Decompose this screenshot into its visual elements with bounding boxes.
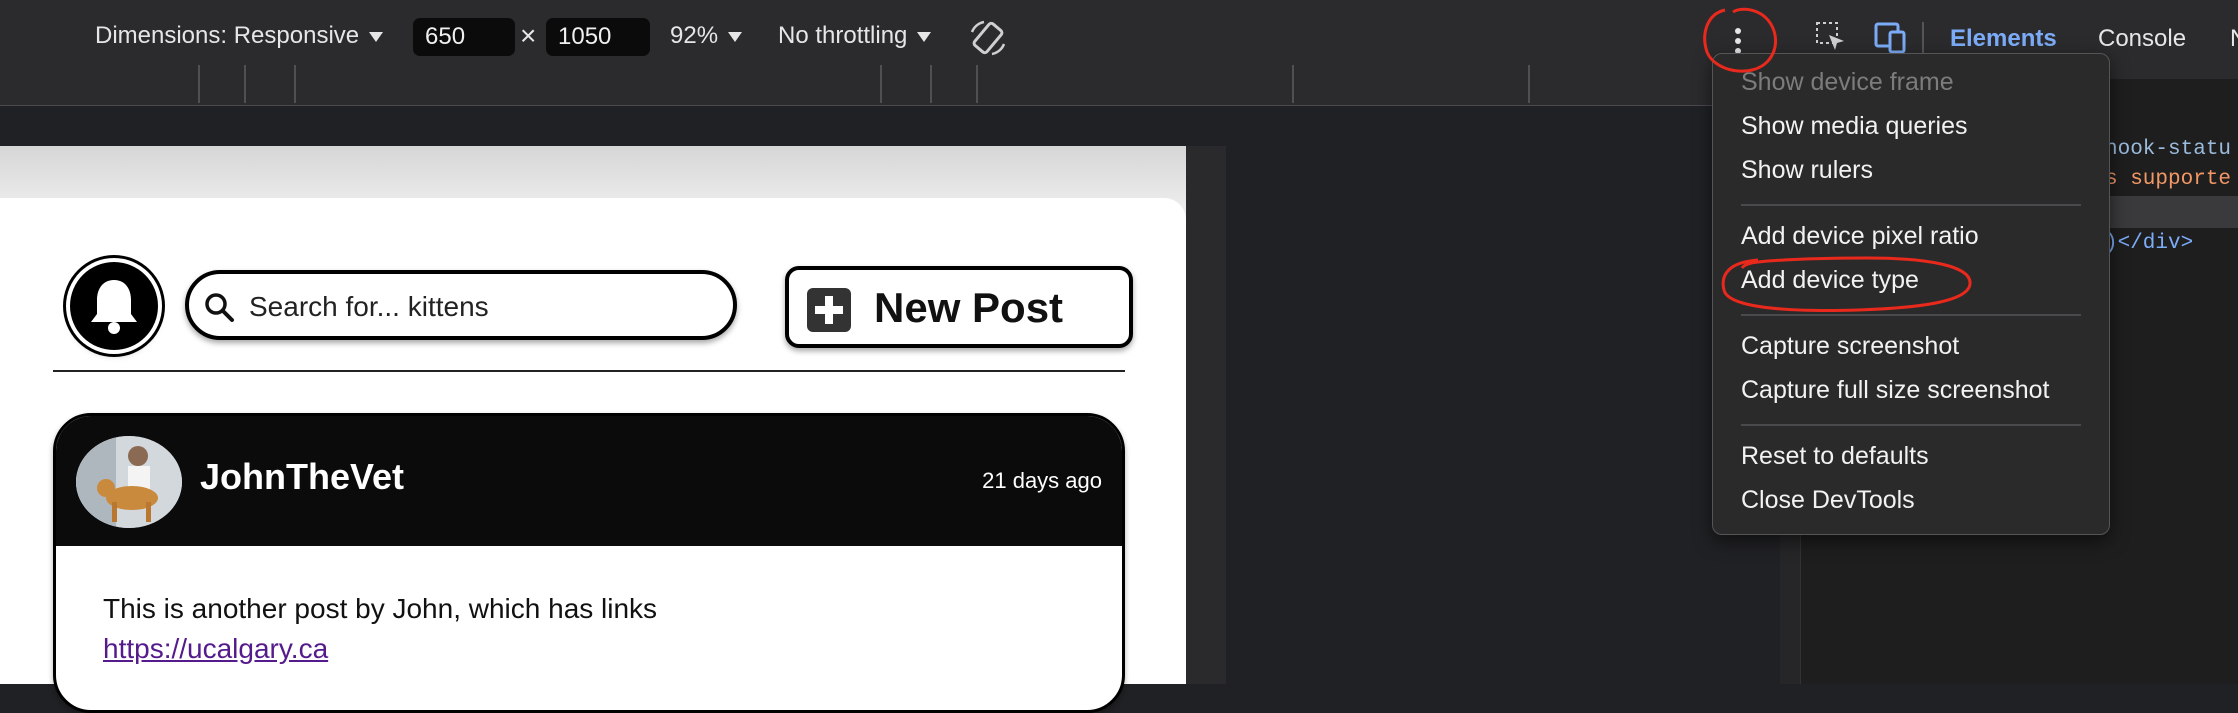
ruler-tick xyxy=(880,65,882,103)
viewport-gap xyxy=(0,106,1780,144)
ruler-tick xyxy=(976,65,978,103)
menu-item-show-rulers[interactable]: Show rulers xyxy=(1741,156,1873,185)
caret-down-icon xyxy=(369,31,384,42)
divider xyxy=(53,370,1125,372)
times-symbol: × xyxy=(520,20,537,51)
rotate-icon[interactable] xyxy=(968,18,1008,58)
toolbar-divider xyxy=(1922,22,1924,56)
search-placeholder: Search for... kittens xyxy=(249,291,489,322)
device-toolbar-menu: Show device frame Show media queries Sho… xyxy=(1712,53,2110,535)
device-toggle-icon[interactable] xyxy=(1872,20,1908,54)
caret-down-icon xyxy=(728,31,743,42)
code-line: s supporte xyxy=(2105,168,2232,191)
menu-separator xyxy=(1741,314,2081,316)
menu-item-close-devtools[interactable]: Close DevTools xyxy=(1741,486,1915,515)
zoom-dropdown[interactable]: 92% xyxy=(670,22,743,50)
menu-item-add-device-pixel-ratio[interactable]: Add device pixel ratio xyxy=(1741,222,1979,251)
tab-elements[interactable]: Elements xyxy=(1950,25,2057,53)
menu-item-capture-full-size-screenshot[interactable]: Capture full size screenshot xyxy=(1741,376,2049,405)
throttling-label: No throttling xyxy=(778,22,908,49)
ruler-tick xyxy=(1292,65,1294,103)
search-icon xyxy=(205,293,234,322)
viewport-resize-handle[interactable] xyxy=(1186,146,1226,684)
post-body-text: This is another post by John, which has … xyxy=(103,593,658,624)
ruler-tick xyxy=(198,65,200,103)
ruler-tick xyxy=(294,65,296,103)
width-input[interactable] xyxy=(413,18,515,56)
new-post-button[interactable]: New Post xyxy=(785,266,1133,348)
menu-separator xyxy=(1741,204,2081,206)
menu-item-show-media-queries[interactable]: Show media queries xyxy=(1741,112,1968,141)
menu-item-show-device-frame: Show device frame xyxy=(1741,68,1954,96)
ruler-tick xyxy=(244,65,246,103)
ruler-tick xyxy=(930,65,932,103)
height-input[interactable] xyxy=(546,18,650,56)
post-header: JohnTheVet 21 days ago xyxy=(56,416,1122,546)
bell-icon xyxy=(91,280,137,334)
search-input[interactable]: Search for... kittens xyxy=(185,270,737,340)
post-timestamp: 21 days ago xyxy=(982,468,1102,493)
code-line: )</div> xyxy=(2105,232,2194,255)
caret-down-icon xyxy=(917,31,932,42)
menu-item-add-device-type[interactable]: Add device type xyxy=(1741,266,1919,295)
post-card: JohnTheVet 21 days ago This is another p… xyxy=(53,413,1125,713)
ruler-tick xyxy=(1528,65,1530,103)
menu-item-capture-screenshot[interactable]: Capture screenshot xyxy=(1741,332,1959,361)
tab-more[interactable]: N xyxy=(2230,25,2238,53)
tab-console[interactable]: Console xyxy=(2098,25,2186,53)
dimensions-label: Dimensions: Responsive xyxy=(95,22,360,49)
dimensions-dropdown[interactable]: Dimensions: Responsive xyxy=(95,22,384,50)
throttling-dropdown[interactable]: No throttling xyxy=(778,22,932,50)
new-post-label: New Post xyxy=(874,284,1064,331)
ruler-bar xyxy=(0,65,1780,106)
menu-item-reset-to-defaults[interactable]: Reset to defaults xyxy=(1741,442,1929,471)
zoom-label: 92% xyxy=(670,22,719,49)
menu-separator xyxy=(1741,424,2081,426)
avatar[interactable] xyxy=(76,436,182,528)
notifications-button[interactable] xyxy=(70,262,158,350)
post-link[interactable]: https://ucalgary.ca xyxy=(103,633,328,665)
code-line: hook-statu xyxy=(2105,138,2232,161)
inspect-icon[interactable] xyxy=(1814,20,1848,54)
plus-icon xyxy=(807,288,851,332)
post-username[interactable]: JohnTheVet xyxy=(200,456,404,498)
